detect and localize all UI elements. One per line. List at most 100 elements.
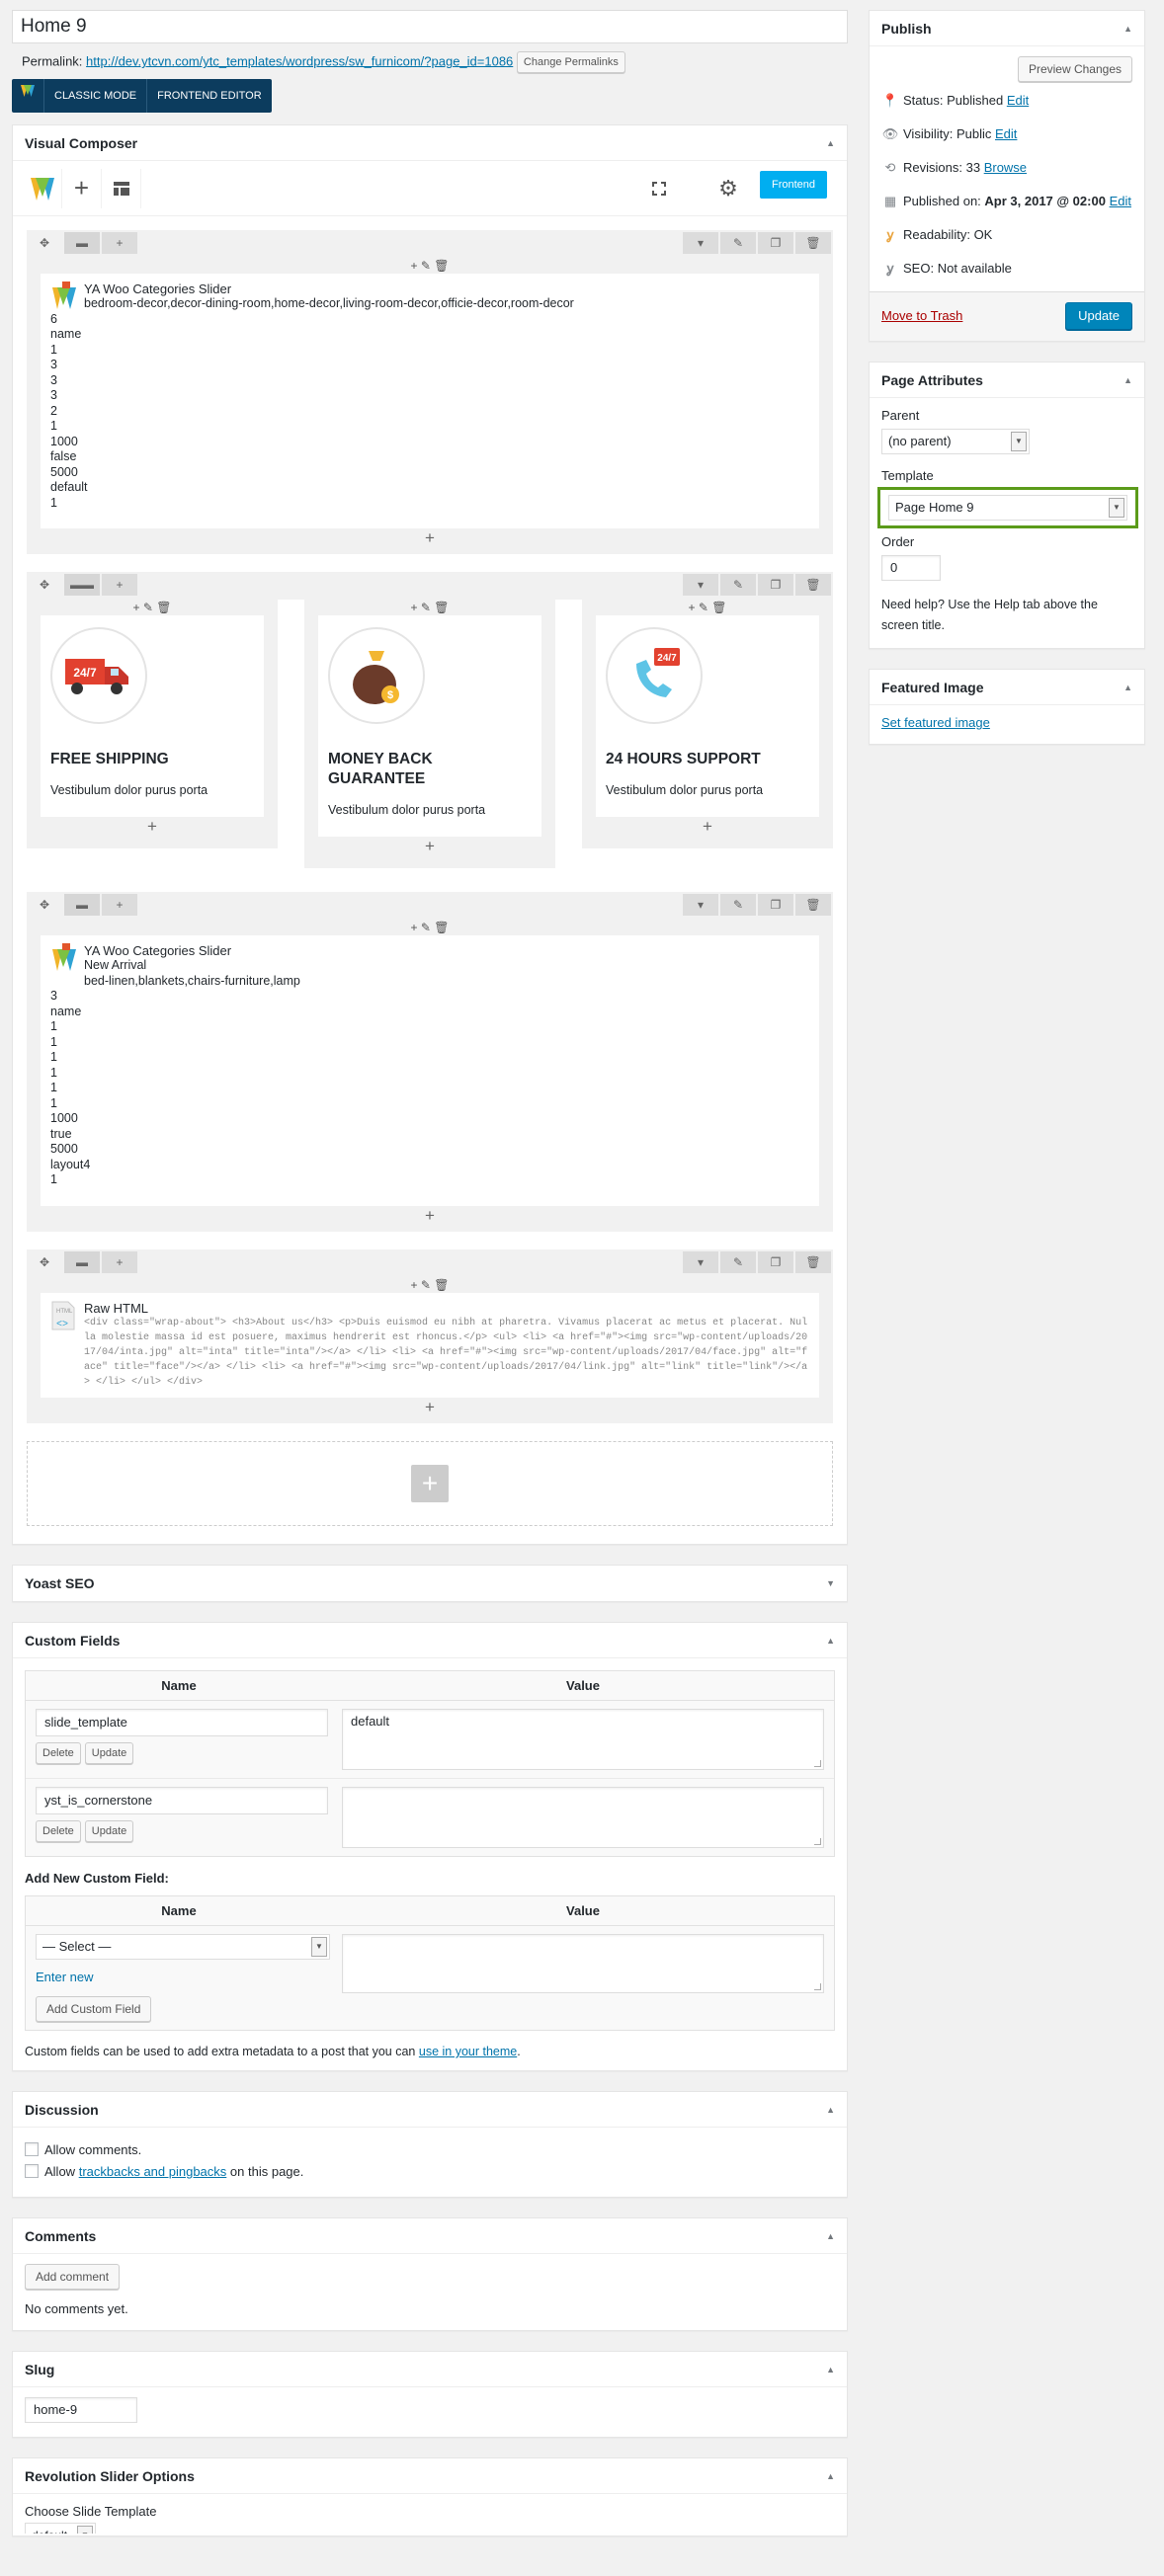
edit-icon[interactable]: ✎ <box>720 894 756 916</box>
add-row-area[interactable]: + <box>27 1441 833 1526</box>
layout-icon[interactable]: ▬▬ <box>64 574 100 596</box>
column-controls[interactable]: + ✎ 🗑 <box>27 600 278 615</box>
permalink-url[interactable]: http://dev.ytcvn.com/ytc_templates/wordp… <box>86 53 513 68</box>
discussion-header[interactable]: Discussion ▲ <box>13 2092 847 2128</box>
edit-visibility-link[interactable]: Edit <box>995 118 1017 151</box>
collapse-up-icon[interactable]: ▲ <box>826 2218 835 2254</box>
chevron-down-icon[interactable]: ▾ <box>683 574 718 596</box>
clone-icon[interactable]: ❐ <box>758 894 793 916</box>
add-element-button[interactable]: + <box>304 837 555 856</box>
slug-header[interactable]: Slug ▲ <box>13 2352 847 2387</box>
element-controls[interactable]: + ✎ 🗑 <box>27 258 833 274</box>
slider-element-2[interactable]: YA Woo Categories Slider New Arrival bed… <box>41 935 819 1206</box>
classic-mode-button[interactable]: CLASSIC MODE <box>43 79 146 113</box>
column-controls[interactable]: + ✎ 🗑 <box>582 600 833 615</box>
move-icon[interactable]: ✥ <box>27 574 62 596</box>
custom-field-key-select[interactable]: — Select — ▼ <box>36 1934 330 1960</box>
trackbacks-link[interactable]: trackbacks and pingbacks <box>79 2164 227 2179</box>
slide-template-select[interactable]: default ▼ <box>25 2523 96 2534</box>
element-controls[interactable]: + ✎ 🗑 <box>27 920 833 935</box>
fullscreen-icon[interactable] <box>639 169 679 208</box>
collapse-down-icon[interactable]: ▼ <box>826 1566 835 1601</box>
custom-field-name-input[interactable]: slide_template <box>36 1709 328 1736</box>
yoast-box-header[interactable]: Yoast SEO ▼ <box>13 1566 847 1601</box>
set-featured-image-link[interactable]: Set featured image <box>881 715 990 730</box>
add-row-icon[interactable]: + <box>411 1465 449 1502</box>
frontend-editor-button[interactable]: FRONTEND EDITOR <box>146 79 272 113</box>
chevron-down-icon[interactable]: ▾ <box>683 894 718 916</box>
add-column-icon[interactable]: + <box>102 894 137 916</box>
feature-card[interactable]: $ MONEY BACK GUARANTEE Vestibulum dolor … <box>318 615 541 837</box>
slider-element-1[interactable]: YA Woo Categories Slider bedroom-decor,d… <box>41 274 819 528</box>
edit-icon[interactable]: ✎ <box>720 232 756 254</box>
collapse-up-icon[interactable]: ▲ <box>1123 362 1132 398</box>
column-controls[interactable]: + ✎ 🗑 <box>304 600 555 615</box>
layout-icon[interactable]: ▬ <box>64 894 100 916</box>
add-column-icon[interactable]: + <box>102 1251 137 1273</box>
allow-comments-checkbox[interactable] <box>25 2142 39 2156</box>
move-icon[interactable]: ✥ <box>27 894 62 916</box>
edit-icon[interactable]: ✎ <box>720 574 756 596</box>
template-select[interactable]: Page Home 9 ▼ <box>888 495 1127 521</box>
add-element-icon[interactable]: + <box>62 168 102 208</box>
delete-icon[interactable]: 🗑 <box>795 1251 831 1273</box>
edit-icon[interactable]: ✎ <box>720 1251 756 1273</box>
add-element-button[interactable]: + <box>27 1398 833 1417</box>
allow-pings-checkbox[interactable] <box>25 2164 39 2178</box>
add-column-icon[interactable]: + <box>102 574 137 596</box>
use-in-theme-link[interactable]: use in your theme <box>419 2045 517 2058</box>
comments-header[interactable]: Comments ▲ <box>13 2218 847 2254</box>
collapse-up-icon[interactable]: ▲ <box>826 125 835 161</box>
collapse-up-icon[interactable]: ▲ <box>826 2352 835 2387</box>
clone-icon[interactable]: ❐ <box>758 232 793 254</box>
collapse-up-icon[interactable]: ▲ <box>826 2458 835 2494</box>
collapse-up-icon[interactable]: ▲ <box>1123 11 1132 46</box>
move-to-trash-link[interactable]: Move to Trash <box>881 308 962 323</box>
chevron-down-icon[interactable]: ▾ <box>683 232 718 254</box>
revslider-header[interactable]: Revolution Slider Options ▲ <box>13 2458 847 2494</box>
raw-html-element[interactable]: HTML <> Raw HTML <div class="wrap-about">… <box>41 1293 819 1398</box>
custom-field-name-input[interactable]: yst_is_cornerstone <box>36 1787 328 1814</box>
feature-card[interactable]: 24/7 24 HOURS SUPPORT Vestibulum dolor p… <box>596 615 819 817</box>
publish-header[interactable]: Publish ▲ <box>870 11 1144 46</box>
custom-field-value-textarea[interactable] <box>342 1787 824 1848</box>
vc-box-header[interactable]: Visual Composer ▲ <box>13 125 847 161</box>
add-element-button[interactable]: + <box>27 528 833 548</box>
enter-new-link[interactable]: Enter new <box>36 1970 94 1984</box>
change-permalinks-button[interactable]: Change Permalinks <box>516 51 625 73</box>
add-element-button[interactable]: + <box>27 817 278 837</box>
title-input[interactable]: Home 9 <box>12 10 848 43</box>
templates-icon[interactable] <box>102 168 141 208</box>
featured-image-header[interactable]: Featured Image ▲ <box>870 670 1144 705</box>
custom-fields-header[interactable]: Custom Fields ▲ <box>13 1623 847 1658</box>
edit-status-link[interactable]: Edit <box>1007 84 1029 118</box>
delete-icon[interactable]: 🗑 <box>795 574 831 596</box>
chevron-down-icon[interactable]: ▾ <box>683 1251 718 1273</box>
slug-input[interactable]: home-9 <box>25 2397 137 2423</box>
element-controls[interactable]: + ✎ 🗑 <box>27 1277 833 1293</box>
new-custom-field-value-textarea[interactable] <box>342 1934 824 1993</box>
collapse-up-icon[interactable]: ▲ <box>826 1623 835 1658</box>
clone-icon[interactable]: ❐ <box>758 1251 793 1273</box>
feature-card[interactable]: 24/7 FREE SHIPPING Vestibulum dolor puru… <box>41 615 264 817</box>
clone-icon[interactable]: ❐ <box>758 574 793 596</box>
collapse-up-icon[interactable]: ▲ <box>826 2092 835 2128</box>
vc-frontend-button[interactable]: Frontend <box>759 171 827 199</box>
add-comment-button[interactable]: Add comment <box>25 2264 121 2290</box>
delete-button[interactable]: Delete <box>36 1742 81 1764</box>
layout-icon[interactable]: ▬ <box>64 232 100 254</box>
parent-select[interactable]: (no parent) ▼ <box>881 429 1030 454</box>
add-custom-field-button[interactable]: Add Custom Field <box>36 1996 152 2022</box>
custom-field-value-textarea[interactable]: default <box>342 1709 824 1770</box>
move-icon[interactable]: ✥ <box>27 1251 62 1273</box>
move-icon[interactable]: ✥ <box>27 232 62 254</box>
delete-icon[interactable]: 🗑 <box>795 232 831 254</box>
gear-icon[interactable]: ⚙ <box>708 169 748 208</box>
update-button[interactable]: Update <box>1065 302 1132 330</box>
page-attributes-header[interactable]: Page Attributes ▲ <box>870 362 1144 398</box>
collapse-up-icon[interactable]: ▲ <box>1123 670 1132 705</box>
delete-button[interactable]: Delete <box>36 1820 81 1842</box>
add-element-button[interactable]: + <box>27 1206 833 1226</box>
layout-icon[interactable]: ▬ <box>64 1251 100 1273</box>
add-element-button[interactable]: + <box>582 817 833 837</box>
